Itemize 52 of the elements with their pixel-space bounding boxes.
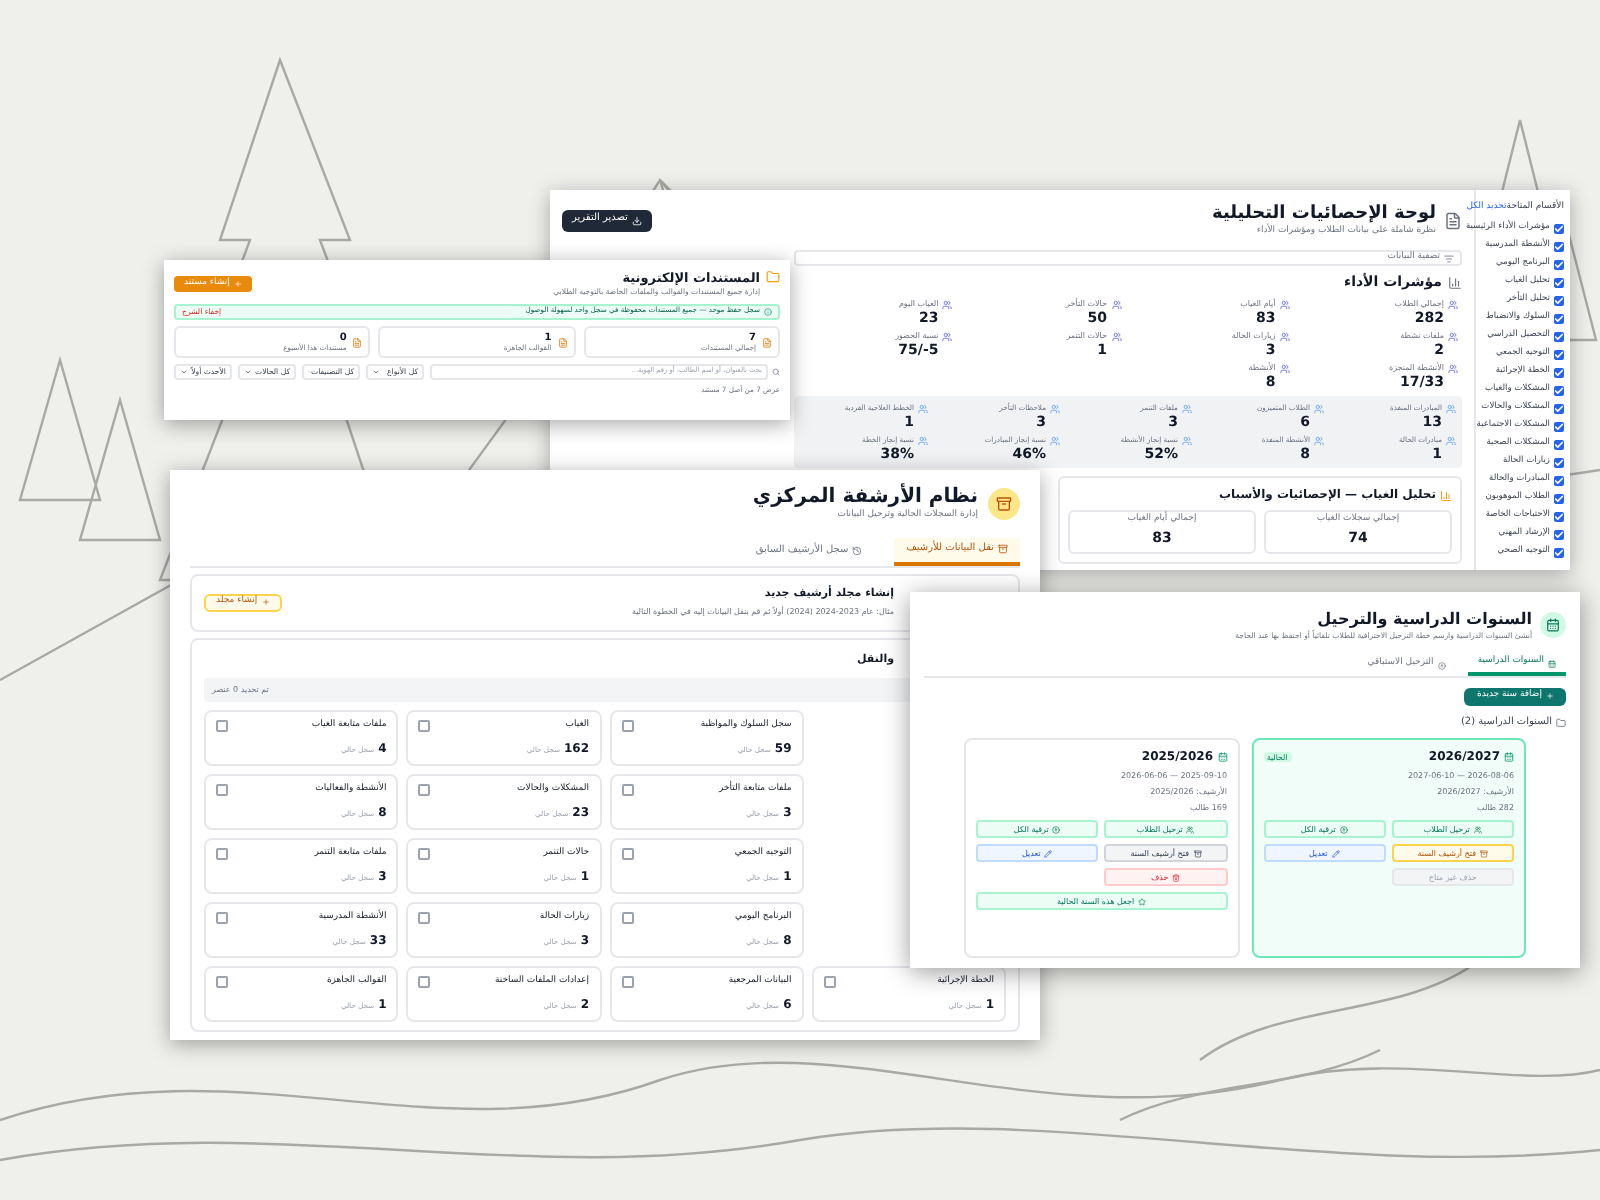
checkbox[interactable] [621,911,633,924]
plus-icon [1546,692,1554,700]
page-title: لوحة الإحصائيات التحليلية [1211,201,1436,224]
history-icon [852,546,863,557]
archive-icon [1193,849,1201,857]
checkbox[interactable] [621,847,633,860]
checkbox[interactable] [621,719,633,732]
checkbox[interactable] [418,719,431,732]
chart-icon [1448,276,1462,290]
folder-icon [1556,718,1566,728]
arrow-up-icon [1339,825,1348,833]
archive-icon [1480,849,1488,857]
checkbox[interactable] [621,975,633,988]
checkbox[interactable] [216,975,228,988]
chart-icon [1440,489,1452,501]
window-title: السنوات الدراسية والترحيل [1315,607,1532,630]
filter-icon [1444,253,1454,263]
search-icon [772,368,780,376]
checkbox[interactable] [216,911,228,924]
checkbox[interactable] [216,847,228,860]
checkbox[interactable] [216,719,228,732]
pencil-icon [1331,849,1340,857]
calendar-icon [1504,752,1514,762]
document-icon [557,337,568,347]
trash-icon [1172,873,1181,881]
checkbox[interactable] [418,847,431,860]
calendar-icon [1548,659,1556,667]
checkbox[interactable] [823,975,836,988]
checkbox[interactable] [621,783,633,796]
folder-icon [766,270,780,285]
archive-icon-badge [988,487,1020,520]
arrow-up-icon [1052,825,1061,833]
document-icon [762,337,772,347]
star-icon [1138,897,1147,905]
calendar-icon-badge [1540,611,1566,637]
archive-icon [998,544,1008,555]
document-icon [352,337,363,347]
calendar-icon [1217,752,1227,762]
download-icon [631,215,642,225]
checkbox[interactable] [418,975,431,988]
pencil-icon [1044,849,1053,857]
checkbox[interactable] [418,911,431,924]
checkbox[interactable] [418,783,431,796]
info-icon [764,307,772,316]
plus-icon [261,598,270,607]
plus-icon [233,280,242,288]
checkbox[interactable] [216,783,228,796]
users-icon [1473,825,1482,833]
window-title: نظام الأرشفة المركزي [752,483,978,509]
document-icon [1444,211,1462,229]
users-icon [1186,825,1195,833]
arrow-up-icon [1437,661,1446,669]
